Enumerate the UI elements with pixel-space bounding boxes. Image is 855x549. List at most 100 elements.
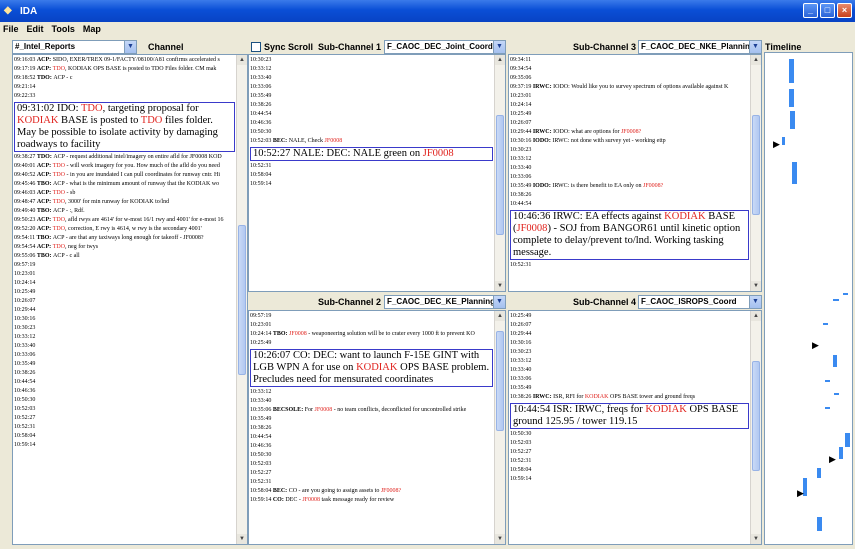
message-row[interactable]: 10:52:31 [510,261,749,270]
menu-edit[interactable]: Edit [27,24,44,34]
message-row[interactable]: 10:52:31 [250,478,493,487]
message-row[interactable]: 10:35:49 [250,92,493,101]
message-row[interactable]: 10:46:36 [14,387,235,396]
message-row[interactable]: 10:30:23 [250,56,493,65]
message-row[interactable]: 09:55:06 TBO: ACP - c all [14,252,235,261]
message-row[interactable]: 10:33:12 [250,65,493,74]
message-row[interactable]: 10:52:27 [250,469,493,478]
message-row[interactable]: 10:50:30 [250,128,493,137]
message-row[interactable]: 10:58:04 [250,171,493,180]
message-row[interactable]: 10:33:40 [14,342,235,351]
message-row[interactable]: 10:24:14 TBO: JF0008 - weaponeering solu… [250,330,493,339]
scroll-down-icon[interactable]: ▼ [751,281,761,291]
message-row[interactable]: 10:52:31 [250,162,493,171]
maximize-button[interactable]: □ [820,3,835,18]
scroll-thumb[interactable] [496,331,504,431]
message-row[interactable]: 10:38:26 [250,424,493,433]
message-row[interactable]: 10:52:27 [510,448,749,457]
message-row[interactable]: 10:44:54 [510,200,749,209]
sub-channel-1-panel[interactable]: 10:30:23 10:33:12 10:33:40 10:33:06 10:35:49… [248,54,506,292]
message-row[interactable]: 09:35:06 [510,74,749,83]
message-row[interactable]: 10:26:07 [510,119,749,128]
message-row[interactable]: 10:30:23 [14,324,235,333]
message-row[interactable]: 10:35:49 [510,384,749,393]
message-row[interactable]: 10:35:49 [14,360,235,369]
message-row[interactable]: 10:25:49 [14,288,235,297]
message-row[interactable]: 10:38:26 [510,191,749,200]
message-row[interactable]: 10:33:06 [14,351,235,360]
message-row[interactable]: 10:30:16 [510,339,749,348]
message-row[interactable]: 10:50:30 [250,451,493,460]
message-row[interactable]: 09:34:11 [510,56,749,65]
sub-channel-3-panel[interactable]: 09:34:11 09:34:54 09:35:06 09:37:19 IRWC: I… [508,54,762,292]
message-row[interactable]: 10:58:04 [14,432,235,441]
message-row[interactable]: 09:52:20 ACP: TDO, correction, E rwy is … [14,225,235,234]
message-row[interactable]: 09:40:52 ACP: TDO - in you are inundated… [14,171,235,180]
message-row[interactable]: 10:59:14 [250,180,493,189]
scroll-thumb[interactable] [238,225,246,375]
sub-channel-2-scrollbar[interactable]: ▲ ▼ [494,311,505,544]
scroll-down-icon[interactable]: ▼ [237,534,247,544]
message-row[interactable]: 10:46:36 [250,119,493,128]
message-row[interactable]: 10:35:49 [250,415,493,424]
message-row[interactable]: 10:30:23 [510,146,749,155]
message-row[interactable]: 09:21:14 [14,83,235,92]
sub-channel-4-scrollbar[interactable]: ▲ ▼ [750,311,761,544]
message-row[interactable]: 10:52:03 [510,439,749,448]
message-row[interactable]: 10:46:36 [250,442,493,451]
menu-tools[interactable]: Tools [52,24,75,34]
message-row[interactable]: 09:57:19 [250,312,493,321]
channel-select[interactable]: #_Intel_Reports ▼ [12,40,137,54]
message-row[interactable]: 10:29:44 [14,306,235,315]
message-row[interactable]: 10:59:14 CO: DEC - JF0008 task message r… [250,496,493,505]
message-row[interactable]: 10:33:40 [510,366,749,375]
message-row[interactable]: 09:18:52 TDO: ACP - c [14,74,235,83]
message-row[interactable]: 10:44:54 [250,433,493,442]
message-row[interactable]: 10:44:54 [250,110,493,119]
scroll-up-icon[interactable]: ▲ [495,55,505,65]
message-row[interactable]: 10:29:44 IRWC: IODO: what are options fo… [510,128,749,137]
message-row[interactable]: 09:57:19 [14,261,235,270]
scroll-thumb[interactable] [752,115,760,215]
message-row[interactable]: 10:33:40 [250,74,493,83]
sub-channel-2-panel[interactable]: 09:57:19 10:23:01 10:24:14 TBO: JF0008 - w… [248,310,506,545]
scroll-up-icon[interactable]: ▲ [495,311,505,321]
menu-map[interactable]: Map [83,24,101,34]
message-row[interactable]: 10:33:12 [510,155,749,164]
message-row[interactable]: 10:33:40 [510,164,749,173]
message-row[interactable]: 10:33:06 [250,83,493,92]
sub-channel-4-select[interactable]: F_CAOC_ISROPS_Coord ▼ [638,295,762,309]
scroll-up-icon[interactable]: ▲ [751,55,761,65]
message-row[interactable]: 10:33:40 [250,397,493,406]
message-row[interactable]: 10:58:04 BEC: CO - are you going to assi… [250,487,493,496]
message-row[interactable]: 09:31:02 IDO: TDO, targeting proposal fo… [14,102,235,152]
message-row[interactable]: 09:22:33 [14,92,235,101]
message-row[interactable]: 10:52:27 [14,414,235,423]
message-row[interactable]: 09:40:01 ACP: TDO - will work imagery fo… [14,162,235,171]
message-row[interactable]: 10:52:03 BEC: NALE, Check JF0008 [250,137,493,146]
message-row[interactable]: 10:24:14 [14,279,235,288]
message-row[interactable]: 10:25:49 [250,339,493,348]
message-row[interactable]: 10:26:07 [14,297,235,306]
main-scrollbar[interactable]: ▲ ▼ [236,55,247,544]
message-row[interactable]: 10:52:03 [250,460,493,469]
main-channel-panel[interactable]: 09:16:03 ACP: SIDO, EXER/TREX 09-1/FACTY… [12,54,248,545]
timeline-panel[interactable]: ▶ ▶ ▶ ▶ [764,52,853,545]
message-row[interactable]: 10:24:14 [510,101,749,110]
message-row[interactable]: 10:23:01 [250,321,493,330]
message-row[interactable]: 10:59:14 [510,475,749,484]
message-row[interactable]: 10:33:12 [510,357,749,366]
scroll-down-icon[interactable]: ▼ [751,534,761,544]
message-row[interactable]: 10:29:44 [510,330,749,339]
scroll-up-icon[interactable]: ▲ [237,55,247,65]
message-row[interactable]: 10:26:07 [510,321,749,330]
message-row[interactable]: 10:35:06 BECSOLE: For JF0008 - no team c… [250,406,493,415]
message-row[interactable]: 09:54:11 TBO: ACP - are that any taxiway… [14,234,235,243]
sub-channel-1-scrollbar[interactable]: ▲ ▼ [494,55,505,291]
checkbox-box[interactable] [251,42,261,52]
message-row[interactable]: 09:17:19 ACP: TDO, KODIAK OPS BASE is po… [14,65,235,74]
message-row[interactable]: 10:46:36 IRWC: EA effects against KODIAK… [510,210,749,260]
sub-channel-3-scrollbar[interactable]: ▲ ▼ [750,55,761,291]
message-row[interactable]: 10:38:26 IRWC: ISR, RFI for KODIAK OPS B… [510,393,749,402]
message-row[interactable]: 10:52:31 [510,457,749,466]
